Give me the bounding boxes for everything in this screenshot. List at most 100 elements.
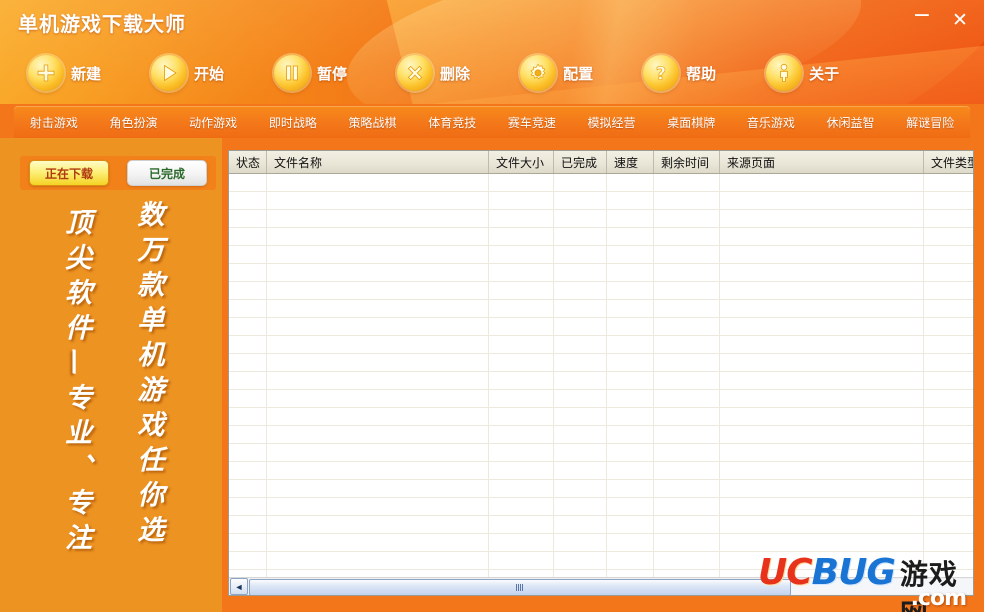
category-item-5[interactable]: 体育竞技 (412, 114, 492, 131)
category-item-11[interactable]: 解谜冒险 (890, 114, 970, 131)
table-cell (554, 210, 607, 227)
table-row[interactable] (229, 336, 973, 354)
table-cell (654, 552, 720, 569)
table-cell (654, 282, 720, 299)
toolbar-button-label: 关于 (809, 64, 840, 83)
scrollbar-grip-icon (516, 584, 524, 591)
table-row[interactable] (229, 480, 973, 498)
table-row[interactable] (229, 192, 973, 210)
toolbar-button-close-x[interactable]: 删除 (391, 45, 476, 101)
category-item-3[interactable]: 即时战略 (253, 114, 333, 131)
table-cell (654, 516, 720, 533)
table-cell (489, 552, 554, 569)
toolbar-button-label: 开始 (194, 64, 225, 83)
column-header-4[interactable]: 速度 (607, 151, 654, 173)
column-header-3[interactable]: 已完成 (554, 151, 607, 173)
table-cell (607, 408, 654, 425)
table-row[interactable] (229, 228, 973, 246)
column-header-6[interactable]: 来源页面 (720, 151, 924, 173)
pause-icon (274, 55, 311, 91)
table-cell (924, 480, 973, 497)
tab-downloading[interactable]: 正在下载 (29, 160, 109, 186)
category-item-7[interactable]: 模拟经营 (572, 114, 652, 131)
category-nav: 射击游戏 角色扮演 动作游戏 即时战略 策略战棋 体育竞技 赛车竞速 模拟经营 桌面棋牌 音乐游戏… (14, 106, 970, 138)
table-cell (554, 174, 607, 191)
toolbar-button-person[interactable]: 关于 (760, 45, 845, 101)
category-item-2[interactable]: 动作游戏 (173, 114, 253, 131)
table-cell (720, 552, 924, 569)
category-item-9[interactable]: 音乐游戏 (731, 114, 811, 131)
scroll-left-arrow-icon[interactable]: ◄ (230, 578, 248, 595)
toolbar-button-gear[interactable]: 配置 (514, 45, 599, 101)
table-cell (924, 264, 973, 281)
title-bar[interactable]: 单机游戏下载大师 − ✕ (0, 0, 984, 42)
table-row[interactable] (229, 282, 973, 300)
table-cell (229, 282, 267, 299)
table-cell (489, 264, 554, 281)
minimize-button[interactable]: − (910, 5, 934, 32)
category-item-1[interactable]: 角色扮演 (94, 114, 174, 131)
table-row[interactable] (229, 534, 973, 552)
table-row[interactable] (229, 462, 973, 480)
table-cell (720, 228, 924, 245)
table-row[interactable] (229, 372, 973, 390)
category-item-0[interactable]: 射击游戏 (14, 114, 94, 131)
table-cell (720, 210, 924, 227)
table-cell (720, 246, 924, 263)
table-row[interactable] (229, 300, 973, 318)
tab-completed[interactable]: 已完成 (127, 160, 207, 186)
table-cell (489, 516, 554, 533)
table-cell (654, 372, 720, 389)
table-row[interactable] (229, 516, 973, 534)
close-button[interactable]: ✕ (948, 8, 972, 32)
table-cell (229, 372, 267, 389)
table-cell (267, 264, 489, 281)
table-row[interactable] (229, 354, 973, 372)
horizontal-scrollbar[interactable]: ◄ (229, 577, 973, 595)
table-row[interactable] (229, 318, 973, 336)
table-cell (229, 264, 267, 281)
table-cell (229, 534, 267, 551)
table-cell (607, 246, 654, 263)
scrollbar-track[interactable] (249, 579, 973, 595)
table-cell (267, 174, 489, 191)
category-item-4[interactable]: 策略战棋 (333, 114, 413, 131)
table-row[interactable] (229, 174, 973, 192)
table-cell (229, 462, 267, 479)
table-cell (229, 480, 267, 497)
toolbar-button-pause[interactable]: 暂停 (268, 45, 353, 101)
table-cell (607, 462, 654, 479)
table-cell (654, 336, 720, 353)
table-row[interactable] (229, 426, 973, 444)
column-header-0[interactable]: 状态 (229, 151, 267, 173)
table-row[interactable] (229, 210, 973, 228)
window-header: 单机游戏下载大师 − ✕ 新建 开始 暂停 删除 配置 ? 帮助 关于 (0, 0, 984, 104)
table-row[interactable] (229, 408, 973, 426)
table-cell (720, 516, 924, 533)
table-cell (267, 390, 489, 407)
column-header-2[interactable]: 文件大小 (489, 151, 554, 173)
download-table-body[interactable] (229, 174, 973, 578)
category-item-10[interactable]: 休闲益智 (811, 114, 891, 131)
table-row[interactable] (229, 444, 973, 462)
column-header-1[interactable]: 文件名称 (267, 151, 489, 173)
column-header-7[interactable]: 文件类型 (924, 151, 973, 173)
table-row[interactable] (229, 264, 973, 282)
table-row[interactable] (229, 552, 973, 570)
table-cell (267, 318, 489, 335)
table-row[interactable] (229, 246, 973, 264)
table-cell (924, 426, 973, 443)
table-cell (554, 354, 607, 371)
column-header-5[interactable]: 剩余时间 (654, 151, 720, 173)
category-item-6[interactable]: 赛车竞速 (492, 114, 572, 131)
category-item-8[interactable]: 桌面棋牌 (651, 114, 731, 131)
scrollbar-thumb[interactable] (249, 579, 791, 595)
table-row[interactable] (229, 498, 973, 516)
toolbar-button-question-mark[interactable]: ? 帮助 (637, 45, 722, 101)
table-cell (267, 444, 489, 461)
toolbar-button-play[interactable]: 开始 (145, 45, 230, 101)
table-cell (607, 498, 654, 515)
table-cell (654, 408, 720, 425)
toolbar-button-plus[interactable]: 新建 (22, 45, 107, 101)
table-row[interactable] (229, 390, 973, 408)
